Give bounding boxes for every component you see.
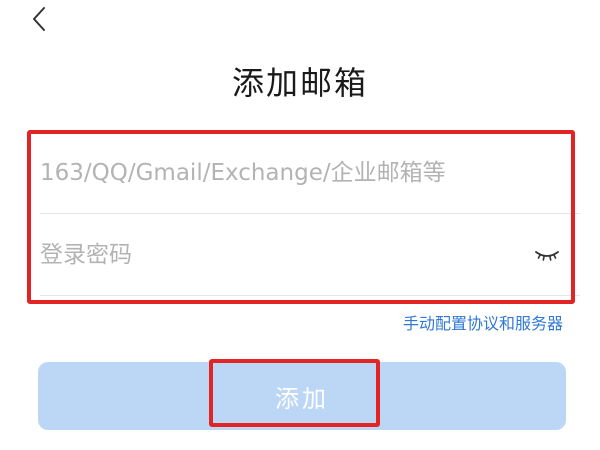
password-field-row — [40, 215, 580, 296]
chevron-left-icon — [33, 7, 45, 31]
email-input[interactable] — [40, 160, 520, 186]
password-input[interactable] — [40, 242, 520, 268]
back-button[interactable] — [24, 2, 54, 36]
add-mailbox-screen: 添加邮箱 手动配置协议和服务器 添加 — [0, 0, 600, 450]
page-title: 添加邮箱 — [231, 64, 368, 102]
password-visibility-toggle[interactable] — [534, 245, 560, 265]
manual-config-link[interactable]: 手动配置协议和服务器 — [403, 310, 563, 334]
email-field-row — [40, 133, 580, 214]
add-button[interactable]: 添加 — [38, 362, 566, 430]
eye-closed-icon — [535, 251, 559, 261]
